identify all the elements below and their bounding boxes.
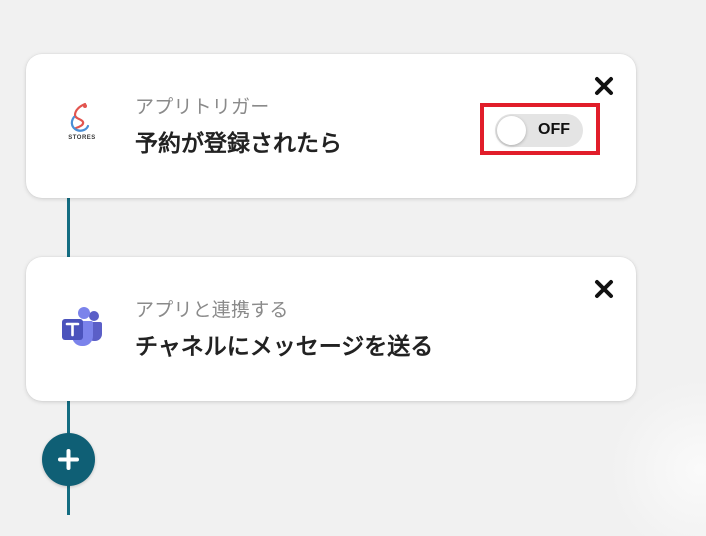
close-icon[interactable] (594, 279, 614, 299)
action-title: チャネルにメッセージを送る (135, 334, 434, 360)
trigger-subtitle: アプリトリガー (135, 96, 270, 118)
trigger-title: 予約が登録されたら (135, 131, 342, 157)
stores-logo-text: STORES (68, 135, 96, 141)
stores-logo-icon: STORES (58, 100, 106, 148)
toggle-label: OFF (538, 121, 570, 138)
flow-connector-line (67, 198, 70, 257)
trigger-card[interactable]: STORES アプリトリガー 予約が登録されたら OFF (26, 54, 636, 198)
add-step-button[interactable] (42, 433, 95, 486)
action-subtitle: アプリと連携する (135, 299, 289, 321)
flow-canvas: STORES アプリトリガー 予約が登録されたら OFF アプリと連携する チャ… (0, 0, 706, 536)
action-card[interactable]: アプリと連携する チャネルにメッセージを送る (26, 257, 636, 401)
trigger-toggle-switch[interactable]: OFF (495, 114, 583, 147)
plus-icon (58, 449, 79, 470)
microsoft-teams-icon (58, 303, 106, 351)
close-icon[interactable] (594, 76, 614, 96)
toggle-knob (497, 116, 526, 145)
